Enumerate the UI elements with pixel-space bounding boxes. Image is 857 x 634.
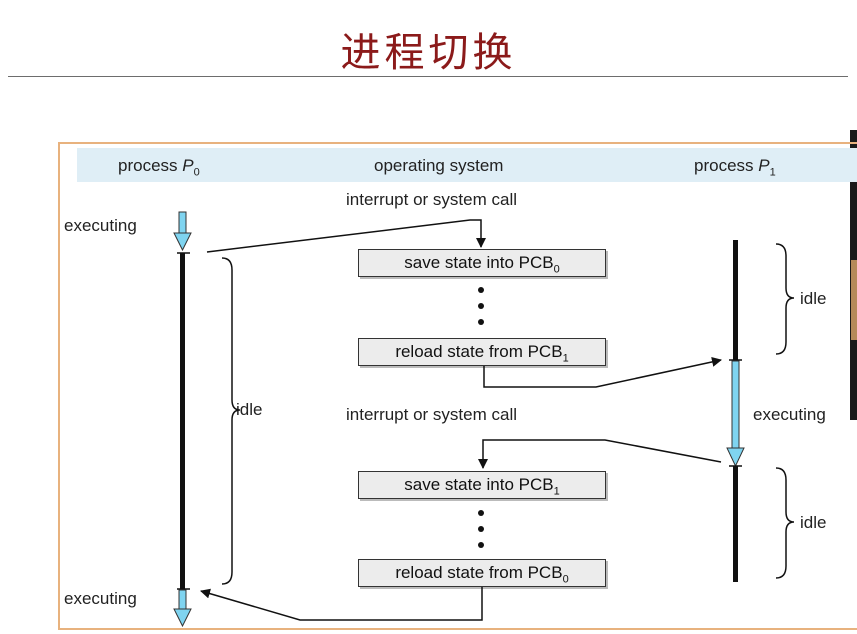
arrow-reload-pcb0-to-p0 <box>200 587 483 621</box>
diagram-lines <box>173 211 795 628</box>
arrow-p1-to-save-pcb1 <box>478 439 722 469</box>
p0-executing-arrow-top <box>173 211 192 252</box>
os-dots-top <box>478 287 484 325</box>
p0-idle-brace <box>221 257 241 585</box>
p1-idle-brace-bottom <box>775 467 795 579</box>
p1-idle-bar-bottom <box>733 466 738 582</box>
p1-idle-brace-top <box>775 243 795 355</box>
p0-idle-bar <box>180 253 185 589</box>
arrow-p0-to-save-pcb0 <box>206 219 486 253</box>
p1-executing-arrow <box>726 360 745 468</box>
arrow-reload-pcb1-to-p1 <box>483 357 722 388</box>
os-dots-bottom <box>478 510 484 548</box>
p0-executing-arrow-bottom <box>173 589 192 628</box>
p1-idle-bar-top <box>733 240 738 360</box>
